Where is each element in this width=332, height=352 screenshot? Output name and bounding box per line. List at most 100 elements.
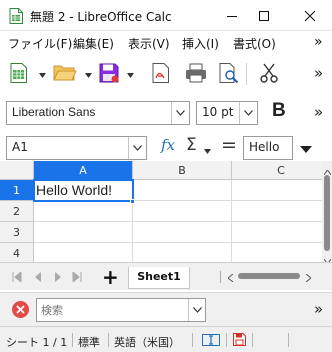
formula-bar: A1 fx Σ = Hello	[0, 133, 332, 161]
horizontal-scroll-left-icon[interactable]	[227, 272, 234, 285]
cell-a1[interactable]: Hello World!	[34, 180, 133, 201]
name-box-dropdown-icon[interactable]	[128, 137, 146, 159]
save-button[interactable]	[96, 61, 122, 87]
font-name-combo[interactable]: Liberation Sans	[6, 101, 190, 125]
formula-equals-button[interactable]: =	[221, 134, 237, 156]
folder-icon	[53, 64, 77, 85]
status-separator	[226, 333, 227, 347]
scissors-icon	[259, 63, 279, 86]
cell-b4[interactable]	[133, 243, 232, 262]
close-circle-icon	[11, 301, 30, 322]
menu-edit[interactable]: 編集(E)	[73, 35, 114, 52]
cell-b1[interactable]	[133, 180, 232, 201]
row-header-1[interactable]: 1	[0, 180, 34, 201]
page-style-status[interactable]: 標準	[78, 334, 100, 350]
print-preview-icon	[219, 62, 239, 86]
row-header-2[interactable]: 2	[0, 201, 34, 222]
row-header-4[interactable]: 4	[0, 243, 34, 262]
cell-c4[interactable]	[232, 243, 322, 262]
first-sheet-icon[interactable]	[12, 270, 22, 285]
find-field[interactable]	[36, 298, 206, 322]
font-size-dropdown-icon[interactable]	[239, 102, 257, 124]
column-header-a[interactable]: A	[34, 161, 133, 180]
font-name-dropdown-icon[interactable]	[171, 102, 189, 124]
toolbar-overflow-button[interactable]: »	[314, 64, 323, 82]
maximize-button[interactable]	[244, 0, 284, 31]
print-preview-button[interactable]	[216, 61, 242, 87]
open-dropdown-arrow-icon[interactable]	[84, 71, 92, 79]
menu-bar: ファイル(F) 編集(E) 表示(V) 挿入(I) 書式(O) »	[0, 31, 332, 55]
status-separator	[288, 333, 289, 347]
menu-insert[interactable]: 挿入(I)	[182, 35, 219, 52]
menu-overflow-button[interactable]: »	[314, 34, 323, 50]
tab-scroll-splitter[interactable]	[220, 271, 221, 283]
find-history-dropdown-icon[interactable]	[188, 299, 206, 321]
calc-app-icon[interactable]	[9, 8, 23, 24]
cell-c3[interactable]	[232, 222, 322, 243]
row-header-3[interactable]: 3	[0, 222, 34, 243]
cell-a4[interactable]	[34, 243, 133, 262]
horizontal-scroll-right-icon[interactable]	[305, 272, 312, 285]
status-separator	[252, 333, 253, 347]
pdf-document-icon	[152, 62, 170, 86]
next-sheet-icon[interactable]	[54, 272, 62, 285]
cell-a2[interactable]	[34, 201, 133, 222]
cell-b3[interactable]	[133, 222, 232, 243]
close-window-button[interactable]	[290, 0, 330, 31]
select-all-corner[interactable]	[0, 161, 34, 180]
menu-format[interactable]: 書式(O)	[233, 35, 276, 52]
printer-icon	[185, 63, 207, 86]
last-sheet-icon[interactable]	[72, 270, 82, 285]
menu-file[interactable]: ファイル(F)	[8, 35, 72, 52]
vertical-scrollbar[interactable]	[322, 161, 332, 265]
sheet-position-status[interactable]: シート 1 / 1	[6, 334, 67, 350]
spreadsheet-grid: A B C 1 2 3 4 Hello World!	[0, 161, 322, 262]
menu-view[interactable]: 表示(V)	[128, 35, 170, 52]
export-pdf-button[interactable]	[148, 61, 174, 87]
sheet-tab-bar: + Sheet1	[0, 262, 332, 290]
column-header-b[interactable]: B	[133, 161, 232, 180]
open-button[interactable]	[52, 61, 78, 87]
save-floppy-icon	[99, 63, 119, 86]
save-dropdown-arrow-icon[interactable]	[126, 71, 134, 79]
toolbar-separator	[246, 63, 247, 85]
font-size-value: 10 pt	[202, 105, 234, 119]
print-button[interactable]	[183, 61, 209, 87]
autofill-handle[interactable]	[130, 199, 135, 204]
new-spreadsheet-button[interactable]	[6, 61, 32, 87]
find-toolbar: »	[0, 292, 332, 326]
cell-c1[interactable]	[232, 180, 322, 201]
find-overflow-button[interactable]: »	[314, 300, 323, 318]
find-input[interactable]	[37, 299, 187, 321]
cell-b2[interactable]	[133, 201, 232, 222]
name-box[interactable]: A1	[6, 136, 147, 160]
expand-formula-bar-icon[interactable]	[300, 143, 312, 156]
language-status[interactable]: 英語（米国）	[114, 334, 180, 350]
vertical-scroll-thumb[interactable]	[324, 175, 330, 251]
add-sheet-button[interactable]: +	[102, 265, 119, 289]
insert-mode-icon[interactable]	[202, 334, 220, 349]
title-bar: 無題 2 - LibreOffice Calc	[0, 0, 332, 31]
format-overflow-button[interactable]: »	[314, 103, 323, 121]
previous-sheet-icon[interactable]	[34, 272, 42, 285]
sum-button[interactable]: Σ	[186, 135, 197, 155]
sheet-tab-sheet1[interactable]: Sheet1	[128, 267, 190, 289]
cut-button[interactable]	[256, 61, 282, 87]
status-separator	[192, 333, 193, 347]
document-modified-icon[interactable]	[233, 333, 246, 349]
font-name-value: Liberation Sans	[12, 105, 96, 119]
column-header-c[interactable]: C	[232, 161, 322, 180]
formula-input[interactable]: Hello	[243, 136, 293, 160]
status-separator	[72, 333, 73, 347]
cell-c2[interactable]	[232, 201, 322, 222]
cell-a3[interactable]	[34, 222, 133, 243]
horizontal-scroll-thumb[interactable]	[238, 273, 300, 279]
formula-input-value: Hello	[249, 140, 280, 154]
status-separator	[108, 333, 109, 347]
bold-button[interactable]: B	[272, 100, 286, 122]
close-find-bar-button[interactable]	[11, 300, 30, 322]
function-wizard-button[interactable]: fx	[161, 136, 175, 154]
sum-dropdown-arrow-icon[interactable]	[204, 144, 211, 157]
name-box-value: A1	[12, 140, 28, 154]
new-dropdown-arrow-icon[interactable]	[38, 71, 46, 79]
